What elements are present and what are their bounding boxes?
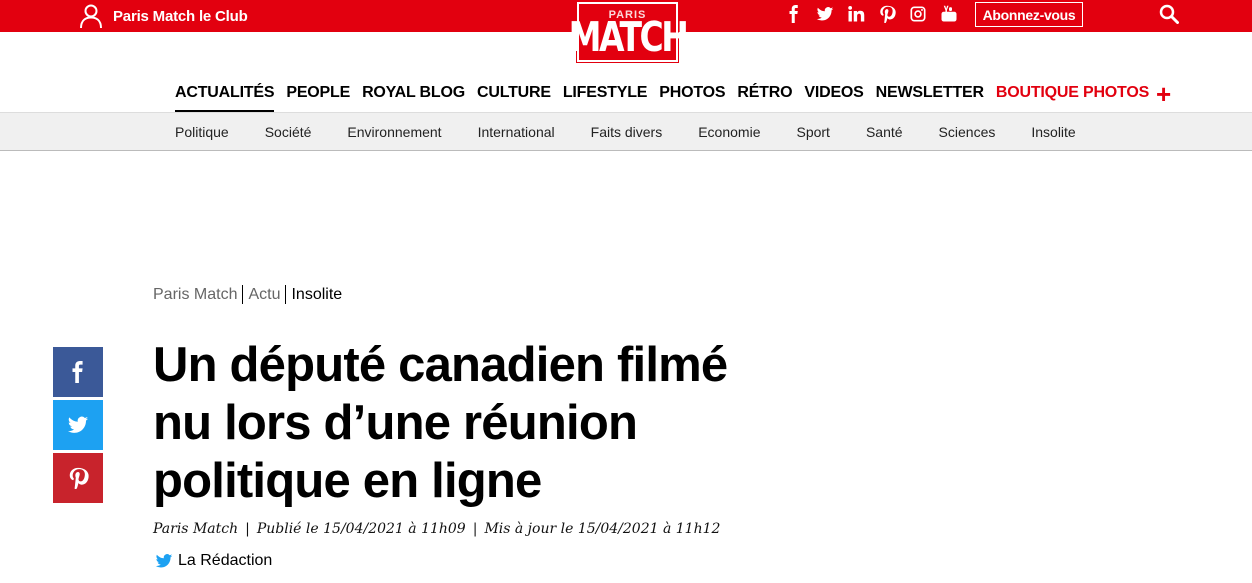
article-title-line: politique en ligne <box>153 454 542 508</box>
club-link[interactable]: Paris Match le Club <box>78 0 248 32</box>
twitter-icon <box>155 554 173 568</box>
nav-item-retro[interactable]: RÉTRO <box>737 84 792 112</box>
twitter-icon[interactable] <box>809 0 840 28</box>
paris-match-logo[interactable]: PARIS MATCH <box>569 1 689 63</box>
subnav-item-sciences[interactable]: Sciences <box>939 124 996 140</box>
article-meta: Paris Match | Publié le 15/04/2021 à 11h… <box>153 521 720 537</box>
subnav-item-environnement[interactable]: Environnement <box>347 124 441 140</box>
meta-separator: | <box>245 521 250 537</box>
more-menu-button[interactable]: + <box>1156 81 1171 107</box>
subnav-item-sante[interactable]: Santé <box>866 124 903 140</box>
facebook-icon <box>72 361 83 383</box>
breadcrumb-separator <box>285 285 287 304</box>
breadcrumb-actu[interactable]: Actu <box>248 285 280 304</box>
nav-item-actualites[interactable]: ACTUALITÉS <box>175 84 275 112</box>
nav-item-culture[interactable]: CULTURE <box>477 84 551 112</box>
youtube-icon[interactable] <box>933 0 964 28</box>
breadcrumb-insolite[interactable]: Insolite <box>291 285 342 304</box>
logo-big-text: MATCH <box>568 11 689 61</box>
subnav-item-societe[interactable]: Société <box>265 124 312 140</box>
share-twitter-button[interactable] <box>53 400 103 450</box>
article-source: Paris Match <box>153 521 239 537</box>
subnav-item-politique[interactable]: Politique <box>175 124 229 140</box>
article-updated-date: Mis à jour le 15/04/2021 à 11h12 <box>484 521 721 537</box>
facebook-icon[interactable] <box>778 0 809 28</box>
meta-separator: | <box>472 521 478 537</box>
user-icon <box>80 4 102 29</box>
social-links <box>778 0 964 28</box>
nav-item-people[interactable]: PEOPLE <box>286 84 350 112</box>
nav-item-videos[interactable]: VIDEOS <box>804 84 863 112</box>
nav-item-lifestyle[interactable]: LIFESTYLE <box>563 84 648 112</box>
nav-item-boutique-photos[interactable]: BOUTIQUE PHOTOS <box>996 84 1149 112</box>
article-published-date: Publié le 15/04/2021 à 11h09 <box>256 521 466 537</box>
article-title: Un député canadien filmé nu lors d’une r… <box>153 336 753 510</box>
subnav-item-sport[interactable]: Sport <box>796 124 829 140</box>
nav-item-royal-blog[interactable]: ROYAL BLOG <box>362 84 465 112</box>
twitter-icon <box>67 416 89 433</box>
linkedin-icon[interactable] <box>840 0 871 28</box>
author-name: La Rédaction <box>178 552 273 569</box>
nav-item-newsletter[interactable]: NEWSLETTER <box>876 84 984 112</box>
share-facebook-button[interactable] <box>53 347 103 397</box>
search-icon[interactable] <box>1159 4 1179 24</box>
subnav-item-insolite[interactable]: Insolite <box>1031 124 1075 140</box>
sub-navigation: Politique Société Environnement Internat… <box>0 112 1252 151</box>
subnav-item-economie[interactable]: Economie <box>698 124 760 140</box>
article-author[interactable]: La Rédaction <box>155 552 272 570</box>
breadcrumb-separator <box>242 285 244 304</box>
subnav-item-international[interactable]: International <box>478 124 555 140</box>
breadcrumb-paris-match[interactable]: Paris Match <box>153 285 237 304</box>
club-label: Paris Match le Club <box>113 7 248 25</box>
subnav-item-faits-divers[interactable]: Faits divers <box>591 124 663 140</box>
pinterest-icon[interactable] <box>871 0 902 28</box>
share-pinterest-button[interactable] <box>53 453 103 503</box>
nav-item-photos[interactable]: PHOTOS <box>659 84 725 112</box>
subscribe-button[interactable]: Abonnez-vous <box>975 2 1083 27</box>
pinterest-icon <box>69 467 89 489</box>
breadcrumb: Paris Match Actu Insolite <box>153 285 342 304</box>
instagram-icon[interactable] <box>902 0 933 28</box>
article-title-line: nu lors d’une réunion <box>153 396 638 450</box>
main-navigation: ACTUALITÉS PEOPLE ROYAL BLOG CULTURE LIF… <box>175 84 1161 112</box>
article-title-line: Un député canadien filmé <box>153 338 728 392</box>
